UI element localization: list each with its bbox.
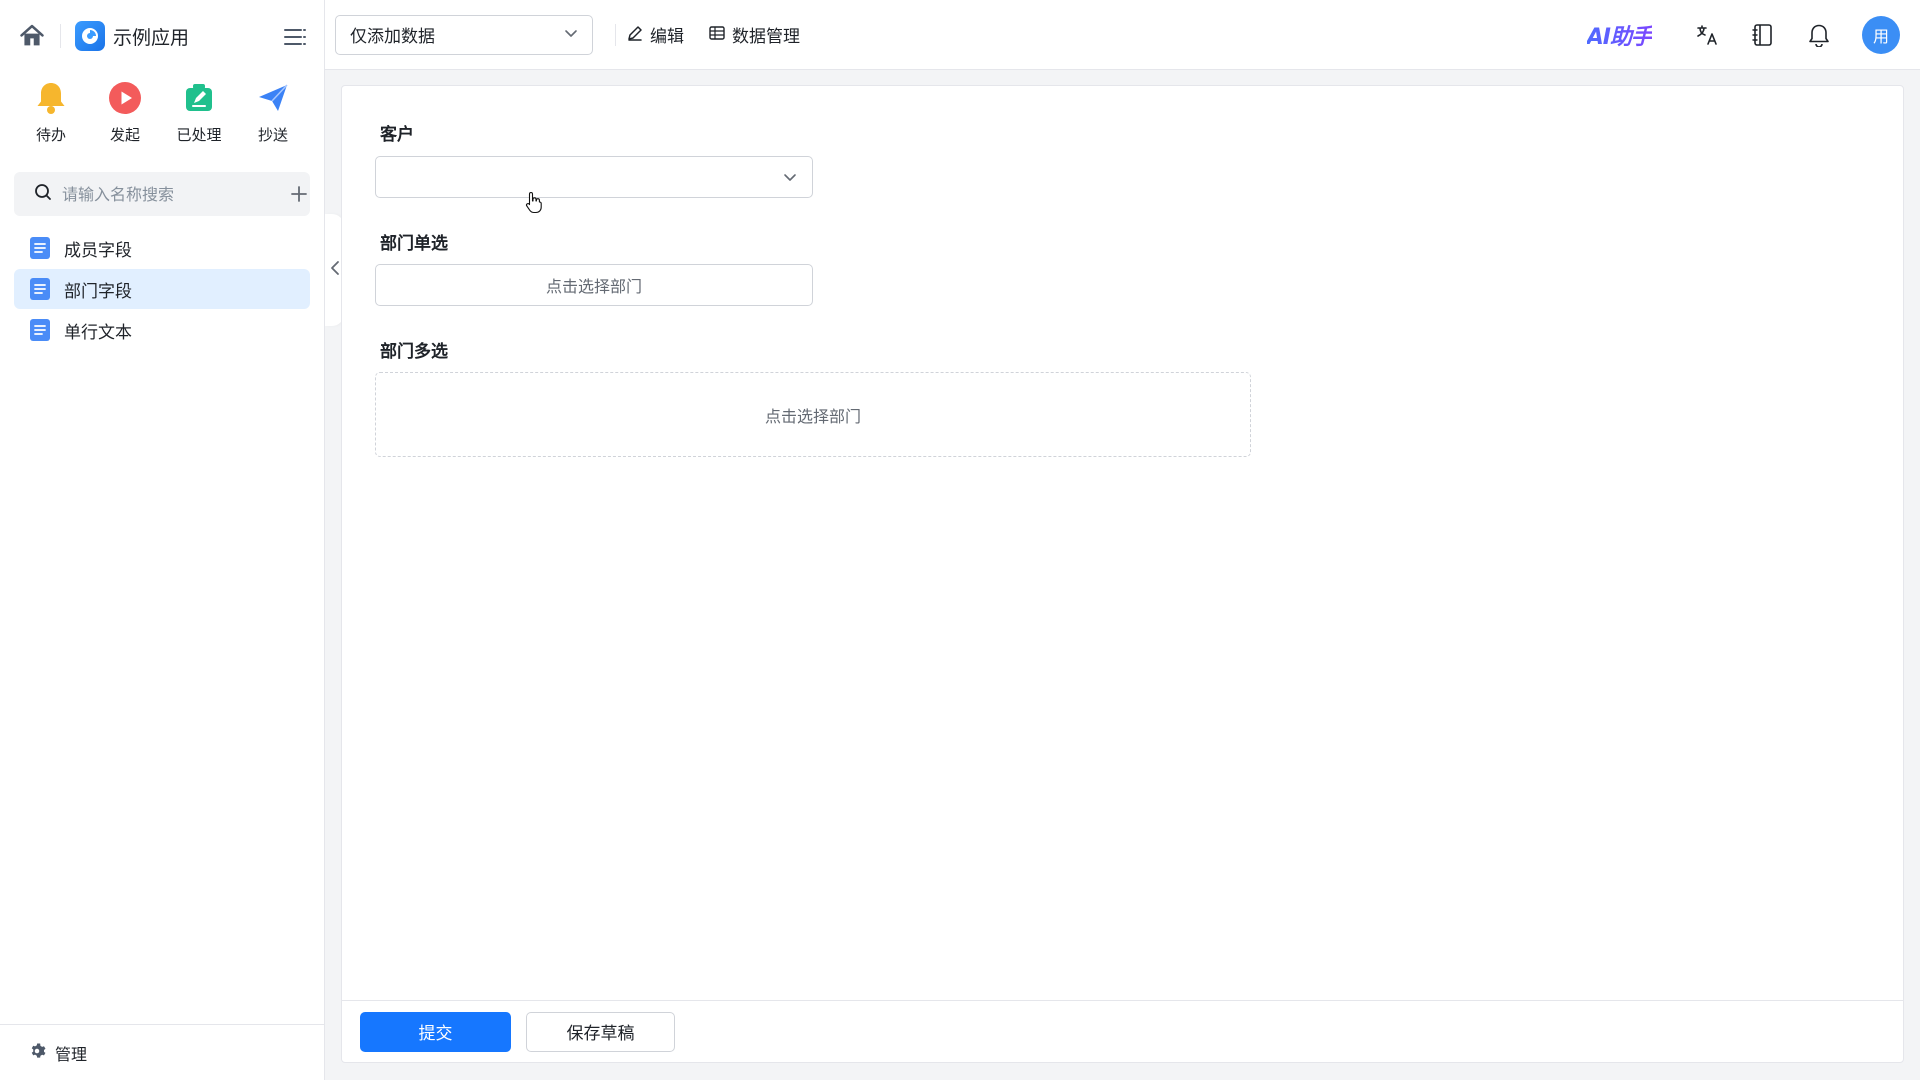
toolbar-divider: [615, 23, 616, 46]
sidebar-search: [14, 172, 310, 216]
manage-button[interactable]: 管理: [0, 1024, 324, 1080]
translate-icon[interactable]: [1692, 20, 1722, 50]
document-icon: [28, 236, 52, 260]
sidebar-item-single-line-text[interactable]: 单行文本: [14, 310, 310, 350]
sidebar-item-member-field[interactable]: 成员字段: [14, 228, 310, 268]
search-icon: [34, 183, 52, 205]
quick-action-processed[interactable]: 已处理: [164, 80, 234, 152]
quick-action-label: 发起: [109, 126, 140, 144]
submit-button[interactable]: 提交: [360, 1011, 511, 1052]
data-manage-button[interactable]: 数据管理: [708, 19, 812, 51]
quick-action-label: 已处理: [176, 126, 222, 144]
app-name: 示例应用: [113, 26, 190, 49]
table-icon: [708, 24, 726, 46]
gear-icon: [28, 1042, 46, 1064]
customer-select[interactable]: [375, 156, 813, 198]
book-icon[interactable]: [1748, 20, 1778, 50]
edit-square-icon: [181, 80, 217, 116]
quick-action-cc[interactable]: 抄送: [238, 80, 308, 152]
document-icon: [28, 277, 52, 301]
dept-multi-picker[interactable]: 点击选择部门: [375, 372, 1251, 457]
add-icon[interactable]: [290, 183, 308, 205]
form-footer: 提交 保存草稿: [342, 1000, 1903, 1062]
top-bar-right: AI助手 用: [1587, 0, 1920, 70]
document-icon: [28, 318, 52, 342]
quick-action-initiate[interactable]: 发起: [90, 80, 160, 152]
sidebar-item-dept-field[interactable]: 部门字段: [14, 269, 310, 309]
chevron-left-icon: [330, 260, 340, 280]
quick-actions: 待办 发起 已处理 抄送: [0, 72, 324, 152]
chevron-down-icon: [782, 169, 798, 189]
app-logo-icon: [75, 21, 105, 51]
dept-single-picker[interactable]: 点击选择部门: [375, 264, 813, 306]
view-select-value: 仅添加数据: [350, 27, 435, 47]
sidebar-item-label: 成员字段: [64, 240, 132, 261]
edit-button[interactable]: 编辑: [626, 19, 696, 51]
sidebar: 示例应用 待办 发起 已处理 抄送 请输入名称搜索 成员字段 部门字段 单行文本…: [0, 0, 325, 1080]
bell-icon: [33, 80, 69, 116]
chevron-down-icon: [564, 25, 578, 44]
play-icon: [107, 80, 143, 116]
save-draft-button[interactable]: 保存草稿: [526, 1011, 675, 1052]
top-bar: 仅添加数据 编辑 数据管理 AI助手 用: [325, 0, 1920, 70]
quick-action-todo[interactable]: 待办: [16, 80, 86, 152]
form-card: 客户 部门单选 点击选择部门 部门多选 点击选择部门 提交 保存草稿: [341, 85, 1904, 1063]
user-avatar[interactable]: 用: [1862, 16, 1900, 54]
customer-field-label: 客户: [380, 125, 414, 145]
pencil-icon: [626, 24, 644, 46]
edit-label: 编辑: [650, 27, 684, 47]
sidebar-header: 示例应用: [0, 0, 324, 72]
search-input[interactable]: [62, 184, 262, 204]
paper-plane-icon: [255, 80, 291, 116]
header-divider: [60, 24, 61, 48]
menu-toggle-icon[interactable]: [282, 24, 308, 50]
quick-action-label: 抄送: [257, 126, 288, 144]
notification-bell-icon[interactable]: [1804, 20, 1834, 50]
dept-multi-field-label: 部门多选: [380, 342, 448, 362]
sidebar-item-label: 单行文本: [64, 322, 132, 343]
ai-helper-button[interactable]: AI助手: [1587, 19, 1653, 51]
data-manage-label: 数据管理: [732, 27, 800, 47]
form-list: 成员字段 部门字段 单行文本: [0, 228, 324, 350]
view-select[interactable]: 仅添加数据: [335, 14, 593, 55]
home-icon[interactable]: [16, 20, 48, 52]
sidebar-item-label: 部门字段: [64, 281, 132, 302]
manage-label: 管理: [55, 1044, 88, 1064]
dept-single-field-label: 部门单选: [380, 234, 448, 254]
quick-action-label: 待办: [35, 126, 66, 144]
